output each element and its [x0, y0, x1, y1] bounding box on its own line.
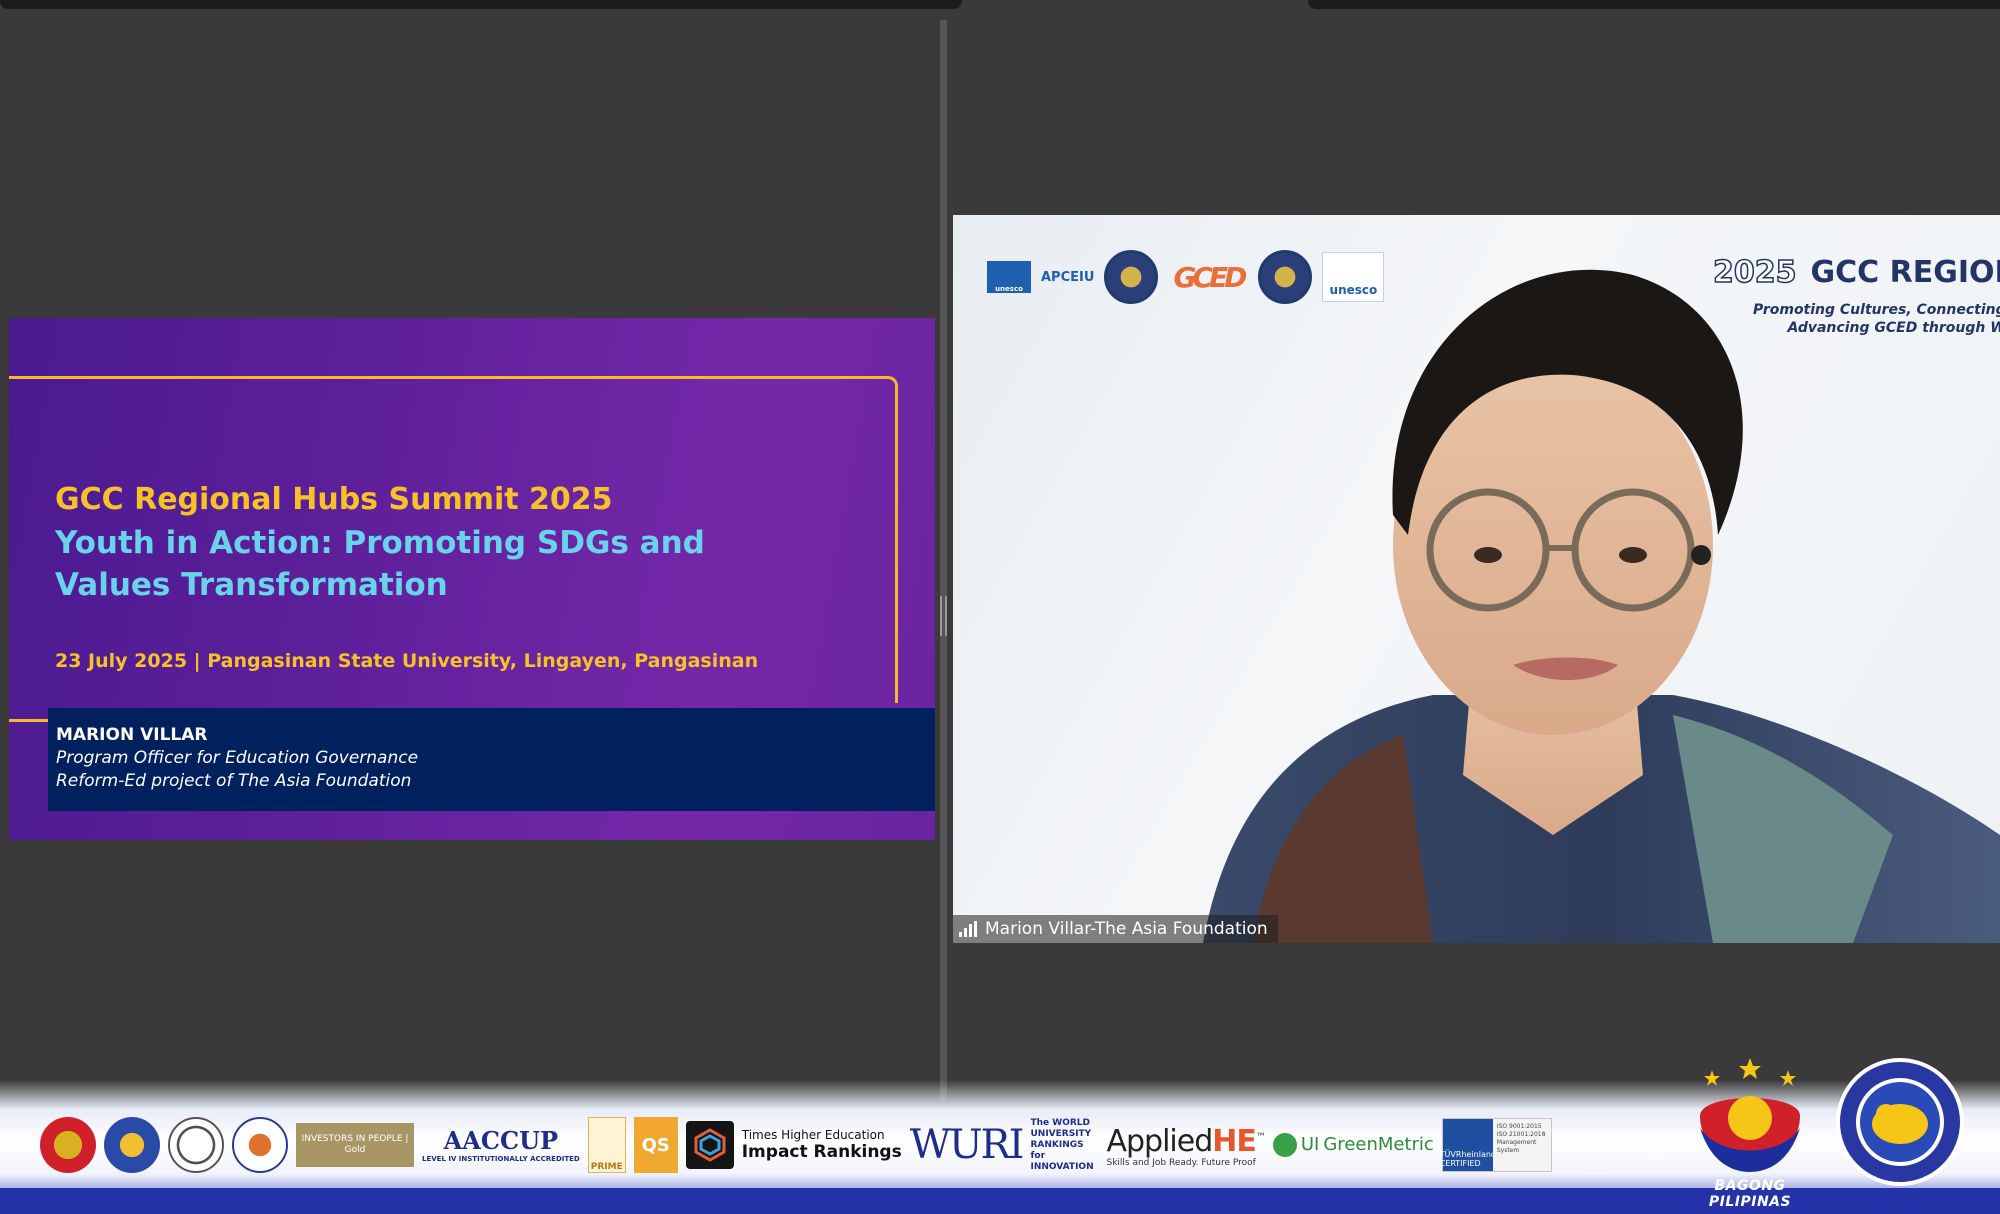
appliedhe-logo: AppliedHE™ Skills and Job Ready. Future … [1106, 1122, 1266, 1169]
tuv-text: TÜVRheinland CERTIFIED [1440, 1119, 1496, 1171]
world-rankings-innovation-logo: The WORLD UNIVERSITY RANKINGS for INNOVA… [1030, 1117, 1094, 1172]
commission-seal-logo [168, 1117, 224, 1173]
the-small-text: Times Higher Education [741, 1128, 885, 1142]
qs-logo: QS [633, 1117, 678, 1173]
speaker-role-line1: Program Officer for Education Governance [56, 748, 419, 768]
participant-name-tag: Marion Villar-The Asia Foundation [953, 915, 1278, 943]
wuri-logo: WURI [909, 1122, 1025, 1168]
applied-text: Applied [1106, 1124, 1213, 1159]
government-seal-logo [104, 1117, 160, 1173]
chevron-up-icon[interactable]: ⌃ [1645, 1150, 1663, 1175]
tuv-iso-certification-logo: TÜVRheinland CERTIFIED ISO 9001:2015 ISO… [1440, 1118, 1552, 1172]
speaker-role-line2: Reform-Ed project of The Asia Foundation [56, 771, 412, 791]
panel-splitter[interactable] [940, 20, 947, 1100]
aaccup-text: AACCUP [443, 1126, 559, 1155]
prime-logo: PRIME [587, 1117, 626, 1173]
slide-accent-line [9, 719, 49, 722]
aaccup-level-text: LEVEL IV INSTITUTIONALLY ACCREDITED [422, 1155, 580, 1163]
times-higher-education-logo: Times Higher Education Impact Rankings [742, 1128, 902, 1162]
investors-in-people-logo: INVESTORS IN PEOPLE | Gold [296, 1123, 414, 1167]
captions-icon[interactable]: ㏄ [1585, 1150, 1607, 1182]
applied-tagline: Skills and Job Ready. Future Proof [1106, 1158, 1256, 1168]
ui-greenmetric-logo: UI GreenMetric [1272, 1133, 1434, 1157]
speaker-name-bar: MARION VILLAR Program Officer for Educat… [48, 708, 935, 811]
aaccup-logo: AACCUP LEVEL IV INSTITUTIONALLY ACCREDIT… [422, 1126, 580, 1164]
slide-title: GCC Regional Hubs Summit 2025 [55, 482, 613, 517]
applied-he-text: HE [1212, 1124, 1257, 1159]
iso-text: ISO 9001:2015 ISO 21001:2018 Management … [1496, 1123, 1546, 1154]
splitter-grip-icon[interactable] [939, 596, 948, 636]
the-big-text: Impact Rankings [741, 1142, 902, 1162]
pangasinan-state-university-seal [1836, 1058, 1964, 1186]
bagong-pilipinas-emblem-icon [1700, 1058, 1800, 1172]
the-hexagon-icon [685, 1121, 734, 1169]
participant-name: Marion Villar-The Asia Foundation [985, 919, 1268, 939]
bagong-pilipinas-logo: BAGONG PILIPINAS [1680, 1056, 1820, 1210]
green-ui-text: UI [1300, 1134, 1320, 1155]
asean-logo [40, 1117, 96, 1173]
left-panel-top-bar [0, 0, 962, 9]
participant-video-tile[interactable]: unesco APCEIU GCED unesco 2025GCC REGION… [953, 215, 2000, 943]
participant-camera-feed [1203, 269, 2000, 943]
psu-lion-emblem-icon [1856, 1078, 1944, 1166]
globe-icon [1272, 1133, 1297, 1157]
footer-accreditation-logos: INVESTORS IN PEOPLE | Gold AACCUP LEVEL … [40, 1116, 1552, 1174]
green-metric-text: GreenMetric [1323, 1134, 1434, 1155]
quality-recognition-logo [232, 1117, 288, 1173]
applied-tm-text: ™ [1255, 1132, 1266, 1143]
shared-presentation-slide: GCC Regional Hubs Summit 2025 Youth in A… [9, 318, 935, 840]
bagong-pilipinas-label: BAGONG PILIPINAS [1708, 1178, 1792, 1210]
slide-date-venue: 23 July 2025 | Pangasinan State Universi… [55, 650, 759, 672]
speaker-name: MARION VILLAR [56, 725, 208, 745]
right-panel-top-bar [1308, 0, 2000, 9]
slide-subtitle: Youth in Action: Promoting SDGs and Valu… [55, 525, 705, 603]
signal-strength-icon [959, 921, 977, 937]
